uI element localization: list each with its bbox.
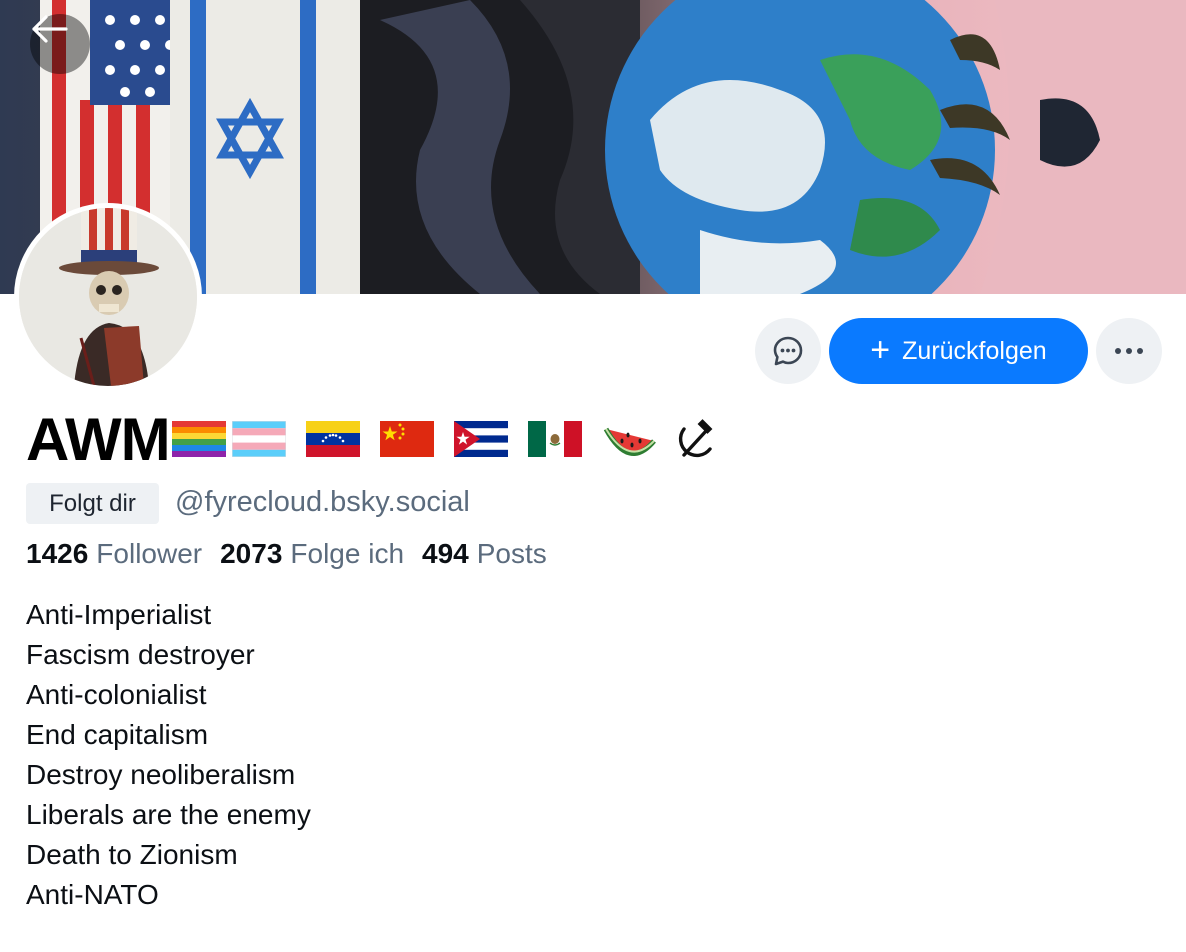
following-count: 2073 <box>220 538 283 569</box>
posts-stat: 494 Posts <box>422 538 547 570</box>
message-button[interactable] <box>755 318 821 384</box>
avatar[interactable] <box>14 203 202 391</box>
follow-back-button[interactable]: + Zurückfolgen <box>829 318 1088 384</box>
rainbow-flag-icon <box>171 421 226 457</box>
profile-bio: Anti-Imperialist Fascism destroyer Anti-… <box>26 595 311 915</box>
bio-line: Fascism destroyer <box>26 639 255 670</box>
avatar-image <box>19 208 197 386</box>
bio-line: Liberals are the enemy <box>26 799 311 830</box>
cuba-flag-icon <box>453 421 508 457</box>
watermelon-icon <box>603 427 656 456</box>
followers-count: 1426 <box>26 538 89 569</box>
following-label: Folge ich <box>290 538 405 569</box>
follow-back-label: Zurückfolgen <box>902 336 1047 365</box>
trans-flag-icon <box>231 421 286 457</box>
posts-label: Posts <box>476 538 547 569</box>
followers-stat[interactable]: 1426 Follower <box>26 538 202 570</box>
ellipsis-icon <box>1115 348 1143 354</box>
follows-you-badge: Folgt dir <box>26 483 159 524</box>
following-stat[interactable]: 2073 Folge ich <box>220 538 404 570</box>
followers-label: Follower <box>96 538 203 569</box>
posts-count: 494 <box>422 538 469 569</box>
hammer-and-sickle-icon <box>678 419 713 458</box>
profile-page: + Zurückfolgen AWM Folgt dir @fyrecloud.… <box>0 0 1186 952</box>
more-options-button[interactable] <box>1096 318 1162 384</box>
bio-line: Death to Zionism <box>26 839 238 870</box>
bio-line: Anti-NATO <box>26 879 159 910</box>
arrow-left-icon <box>32 15 68 43</box>
bio-line: Destroy neoliberalism <box>26 759 296 790</box>
bio-line: Anti-colonialist <box>26 679 207 710</box>
bio-line: Anti-Imperialist <box>26 599 212 630</box>
china-flag-icon <box>379 421 434 457</box>
display-name: AWM <box>26 404 716 474</box>
back-button[interactable] <box>30 14 90 74</box>
plus-icon: + <box>870 330 891 369</box>
mexico-flag-icon <box>527 421 582 457</box>
name-emoji-row <box>171 419 716 459</box>
profile-stats: 1426 Follower 2073 Folge ich 494 Posts <box>26 538 547 570</box>
display-name-text: AWM <box>26 405 171 473</box>
bio-line: End capitalism <box>26 719 209 750</box>
venezuela-flag-icon <box>305 421 360 457</box>
chat-bubble-icon <box>773 336 803 366</box>
profile-handle: @fyrecloud.bsky.social <box>175 486 470 518</box>
